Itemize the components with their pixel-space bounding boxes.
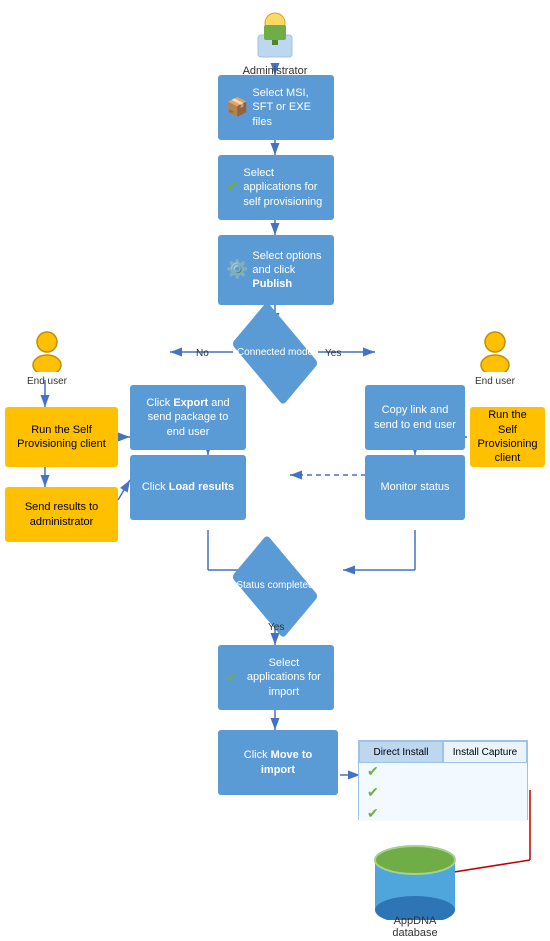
status-diamond: Status completed	[228, 555, 322, 617]
check-1: ✔	[367, 763, 519, 780]
click-move-box: Click Move to import	[218, 730, 338, 795]
no-label: No	[196, 348, 209, 359]
run-client-left-box: Run the Self Provisioning client	[5, 407, 118, 467]
connected-mode-text: Connected mode	[237, 347, 313, 359]
copy-link-box: Copy link and send to end user	[365, 385, 465, 450]
copy-link-text: Copy link and send to end user	[373, 403, 457, 432]
click-load-text: Click Load results	[142, 480, 234, 494]
end-user-left-figure: End user	[22, 330, 72, 387]
select-import-text: Select applications for import	[242, 656, 326, 699]
select-msi-box: 📦 Select MSI, SFT or EXE files	[218, 75, 334, 140]
check-3: ✔	[367, 805, 519, 822]
status-diamond-text: Status completed	[236, 580, 313, 592]
run-client-right-box: Run the Self Provisioning client	[470, 407, 545, 467]
end-user-right-figure: End user	[470, 330, 520, 387]
check-2: ✔	[367, 784, 519, 801]
direct-install-tab[interactable]: Direct Install	[359, 741, 443, 763]
monitor-status-text: Monitor status	[380, 480, 449, 494]
monitor-status-box: Monitor status	[365, 455, 465, 520]
click-export-text: Click Export and send package to end use…	[138, 396, 238, 439]
appdna-db: AppDNA database	[370, 840, 460, 920]
select-options-text: Select options and click Publish	[252, 249, 326, 292]
send-results-text: Send results to administrator	[13, 500, 110, 529]
yes-label-bottom: Yes	[268, 622, 284, 633]
install-capture-tab[interactable]: Install Capture	[443, 741, 527, 763]
export-bold: Export	[173, 397, 208, 409]
run-client-left-text: Run the Self Provisioning client	[13, 423, 110, 452]
select-options-box: ⚙️ Select options and click Publish	[218, 235, 334, 305]
administrator-figure: Administrator	[240, 5, 310, 77]
end-user-left-label: End user	[22, 376, 72, 387]
install-capture-label: Install Capture	[453, 747, 517, 758]
workflow-diagram: Administrator 📦 Select MSI, SFT or EXE f…	[0, 0, 550, 941]
select-msi-text: Select MSI, SFT or EXE files	[252, 86, 326, 129]
load-bold: Load results	[169, 481, 234, 493]
run-client-right-text: Run the Self Provisioning client	[478, 408, 538, 465]
click-export-box: Click Export and send package to end use…	[130, 385, 246, 450]
direct-install-label: Direct Install	[373, 747, 428, 758]
move-bold: Move to import	[261, 749, 312, 775]
publish-bold: Publish	[252, 278, 292, 290]
select-import-box: ✔ Select applications for import	[218, 645, 334, 710]
end-user-right-label: End user	[470, 376, 520, 387]
select-apps-text: Select applications for self provisionin…	[243, 166, 326, 209]
click-load-box: Click Load results	[130, 455, 246, 520]
connected-mode-diamond: Connected mode	[228, 322, 322, 384]
click-move-text: Click Move to import	[226, 748, 330, 777]
select-apps-box: ✔ Select applications for self provision…	[218, 155, 334, 220]
send-results-box: Send results to administrator	[5, 487, 118, 542]
install-tabs-container: Direct Install Install Capture ✔ ✔ ✔	[358, 740, 528, 820]
yes-label-right: Yes	[325, 348, 341, 359]
